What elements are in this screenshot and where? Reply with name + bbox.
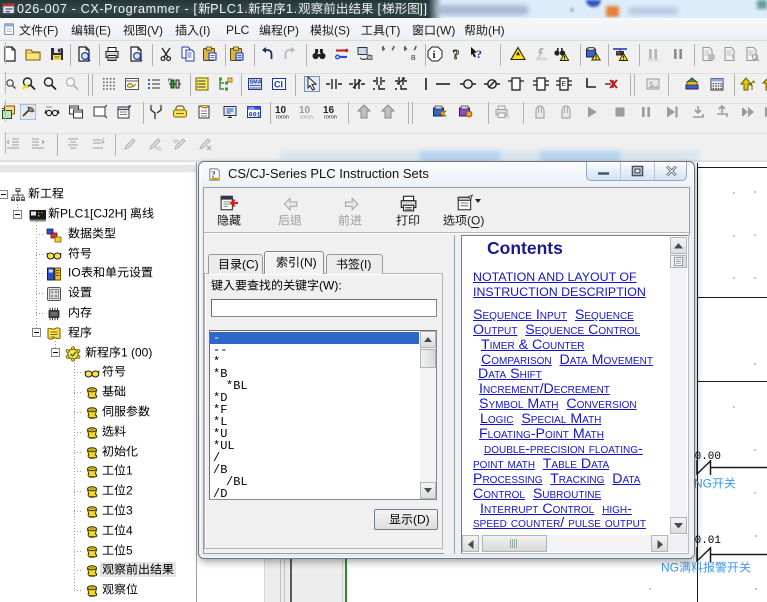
- svg-text:roron: roron: [324, 115, 337, 121]
- svg-text:roron: roron: [300, 115, 313, 121]
- svg-text:%: %: [155, 146, 161, 152]
- svg-text:CI: CI: [274, 80, 283, 90]
- svg-text:B: B: [411, 55, 416, 62]
- svg-text:%: %: [173, 139, 179, 146]
- svg-text:i: i: [433, 49, 436, 61]
- svg-text:H: H: [168, 78, 172, 84]
- svg-text:on: on: [504, 114, 510, 120]
- svg-text:roron: roron: [648, 58, 659, 63]
- svg-text:SMA: SMA: [250, 80, 262, 86]
- svg-text:E: E: [562, 81, 567, 88]
- svg-text:?: ?: [211, 170, 216, 180]
- svg-text:001: 001: [249, 112, 261, 119]
- svg-text:?: ?: [453, 48, 460, 62]
- svg-text:?: ?: [476, 47, 482, 61]
- svg-text:roron: roron: [536, 57, 548, 63]
- svg-text:BIN: BIN: [249, 106, 255, 110]
- svg-text:roron: roron: [276, 115, 289, 121]
